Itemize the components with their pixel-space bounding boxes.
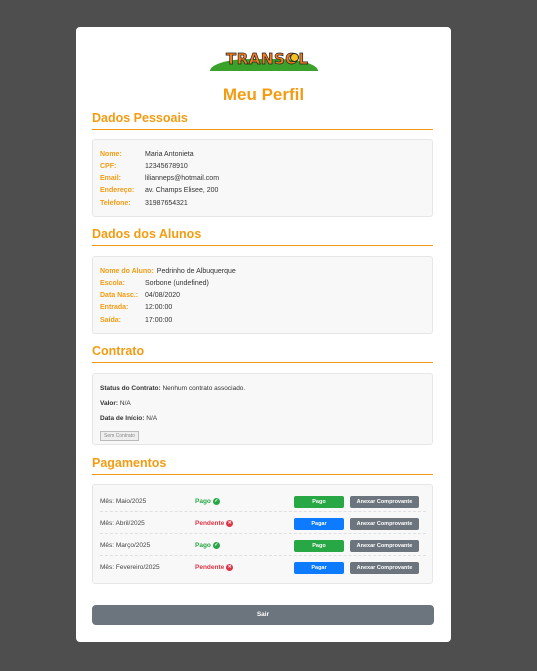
field-label: Escola: <box>100 280 125 287</box>
contrato-valor: Valor: N/A <box>100 400 131 407</box>
field-value: Pedrinho de Albuquerque <box>156 268 236 275</box>
profile-card: TRANSOL Meu Perfil Dados Pessoais Nome: M… <box>76 27 451 642</box>
sair-button[interactable]: Sair <box>92 605 434 625</box>
payment-row: Mês: Fevereiro/2025 Pendente ✕ Pagar Anex… <box>100 557 426 578</box>
payment-row: Mês: Março/2025 Pago ✓ Pago Anexar Compro… <box>100 535 426 556</box>
payment-row: Mês: Maio/2025 Pago ✓ Pago Anexar Comprov… <box>100 491 426 512</box>
field-label: Data Nasc.: <box>100 292 139 299</box>
payment-status-badge: Pago ✓ <box>195 498 220 505</box>
pagar-button[interactable]: Pagar <box>294 518 344 530</box>
payment-month: Mês: Maio/2025 <box>100 498 147 505</box>
field-label: Saída: <box>100 317 122 324</box>
contrato-box: Status do Contrato: Nenhum contrato asso… <box>92 373 433 445</box>
field-telefone: Telefone: 31987654321 <box>100 199 188 208</box>
field-label: Email: <box>100 175 122 182</box>
payment-status-text: Pago <box>195 498 211 505</box>
pago-button[interactable]: Pago <box>294 496 344 508</box>
field-escola: Escola: Sorbone (undefined) <box>100 279 209 288</box>
payment-status-text: Pendente <box>195 520 225 527</box>
field-label: Nome do Aluno: <box>100 268 154 275</box>
anexar-comprovante-button[interactable]: Anexar Comprovante <box>350 562 419 574</box>
field-label: Entrada: <box>100 304 129 311</box>
field-label: Nome: <box>100 151 122 158</box>
payment-status-badge: Pago ✓ <box>195 542 220 549</box>
section-heading-pagamentos: Pagamentos <box>92 456 433 475</box>
field-value: 04/08/2020 <box>145 292 181 299</box>
check-circle-icon: ✓ <box>212 498 220 505</box>
field-value: Sorbone (undefined) <box>145 280 209 287</box>
field-value: av. Champs Elisee, 200 <box>145 187 219 194</box>
payment-month: Mês: Março/2025 <box>100 542 151 549</box>
sem-contrato-button[interactable]: Sem Contrato <box>100 431 139 441</box>
field-label: CPF: <box>100 163 117 170</box>
section-heading-dados-pessoais: Dados Pessoais <box>92 111 433 130</box>
field-email: Email: lilianneps@hotmail.com <box>100 174 219 183</box>
payment-month: Mês: Fevereiro/2025 <box>100 564 160 571</box>
payment-status-badge: Pendente ✕ <box>195 520 234 527</box>
transol-logo: TRANSOL <box>210 49 318 71</box>
field-cpf: CPF: 12345678910 <box>100 162 188 171</box>
pagamentos-box: Mês: Maio/2025 Pago ✓ Pago Anexar Comprov… <box>92 484 433 584</box>
field-label: Endereço: <box>100 187 135 194</box>
dados-pessoais-box: Nome: Maria Antonieta CPF: 12345678910 Ema… <box>92 139 433 217</box>
field-value: 12:00:00 <box>145 304 173 311</box>
anexar-comprovante-button[interactable]: Anexar Comprovante <box>350 496 419 508</box>
check-circle-icon: ✓ <box>212 542 220 549</box>
x-circle-icon: ✕ <box>226 520 234 527</box>
pagar-button[interactable]: Pagar <box>294 562 344 574</box>
field-value: Maria Antonieta <box>145 151 194 158</box>
section-heading-dados-alunos: Dados dos Alunos <box>92 227 433 246</box>
field-value: lilianneps@hotmail.com <box>145 175 220 182</box>
payment-status-text: Pago <box>195 542 211 549</box>
payment-status-text: Pendente <box>195 564 225 571</box>
field-nome-aluno: Nome do Aluno: Pedrinho de Albuquerque <box>100 267 236 276</box>
contrato-inicio-label: Data de Início: <box>100 415 145 422</box>
field-entrada: Entrada: 12:00:00 <box>100 303 172 312</box>
contrato-valor-value: N/A <box>119 400 131 407</box>
payment-status-badge: Pendente ✕ <box>195 564 234 571</box>
payment-row: Mês: Abril/2025 Pendente ✕ Pagar Anexar C… <box>100 513 426 534</box>
pago-button[interactable]: Pago <box>294 540 344 552</box>
field-nome: Nome: Maria Antonieta <box>100 150 194 159</box>
contrato-status-value: Nenhum contrato associado. <box>162 385 246 392</box>
contrato-valor-label: Valor: <box>100 400 119 407</box>
contrato-inicio: Data de Início: N/A <box>100 415 157 422</box>
section-heading-contrato: Contrato <box>92 344 433 363</box>
field-endereco: Endereço: av. Champs Elisee, 200 <box>100 186 218 195</box>
field-value: 12345678910 <box>145 163 188 170</box>
payment-month: Mês: Abril/2025 <box>100 520 145 527</box>
field-data-nasc: Data Nasc.: 04/08/2020 <box>100 291 180 300</box>
anexar-comprovante-button[interactable]: Anexar Comprovante <box>350 540 419 552</box>
page-title: Meu Perfil <box>222 85 305 104</box>
x-circle-icon: ✕ <box>226 564 234 571</box>
contrato-inicio-value: N/A <box>146 415 158 422</box>
sun-icon <box>290 53 299 62</box>
contrato-status: Status do Contrato: Nenhum contrato asso… <box>100 385 245 392</box>
dados-alunos-box: Nome do Aluno: Pedrinho de Albuquerque Es… <box>92 256 433 334</box>
contrato-status-label: Status do Contrato: <box>100 385 161 392</box>
field-saida: Saída: 17:00:00 <box>100 316 172 325</box>
field-label: Telefone: <box>100 200 131 207</box>
field-value: 31987654321 <box>145 200 188 207</box>
field-value: 17:00:00 <box>145 317 173 324</box>
anexar-comprovante-button[interactable]: Anexar Comprovante <box>350 518 419 530</box>
